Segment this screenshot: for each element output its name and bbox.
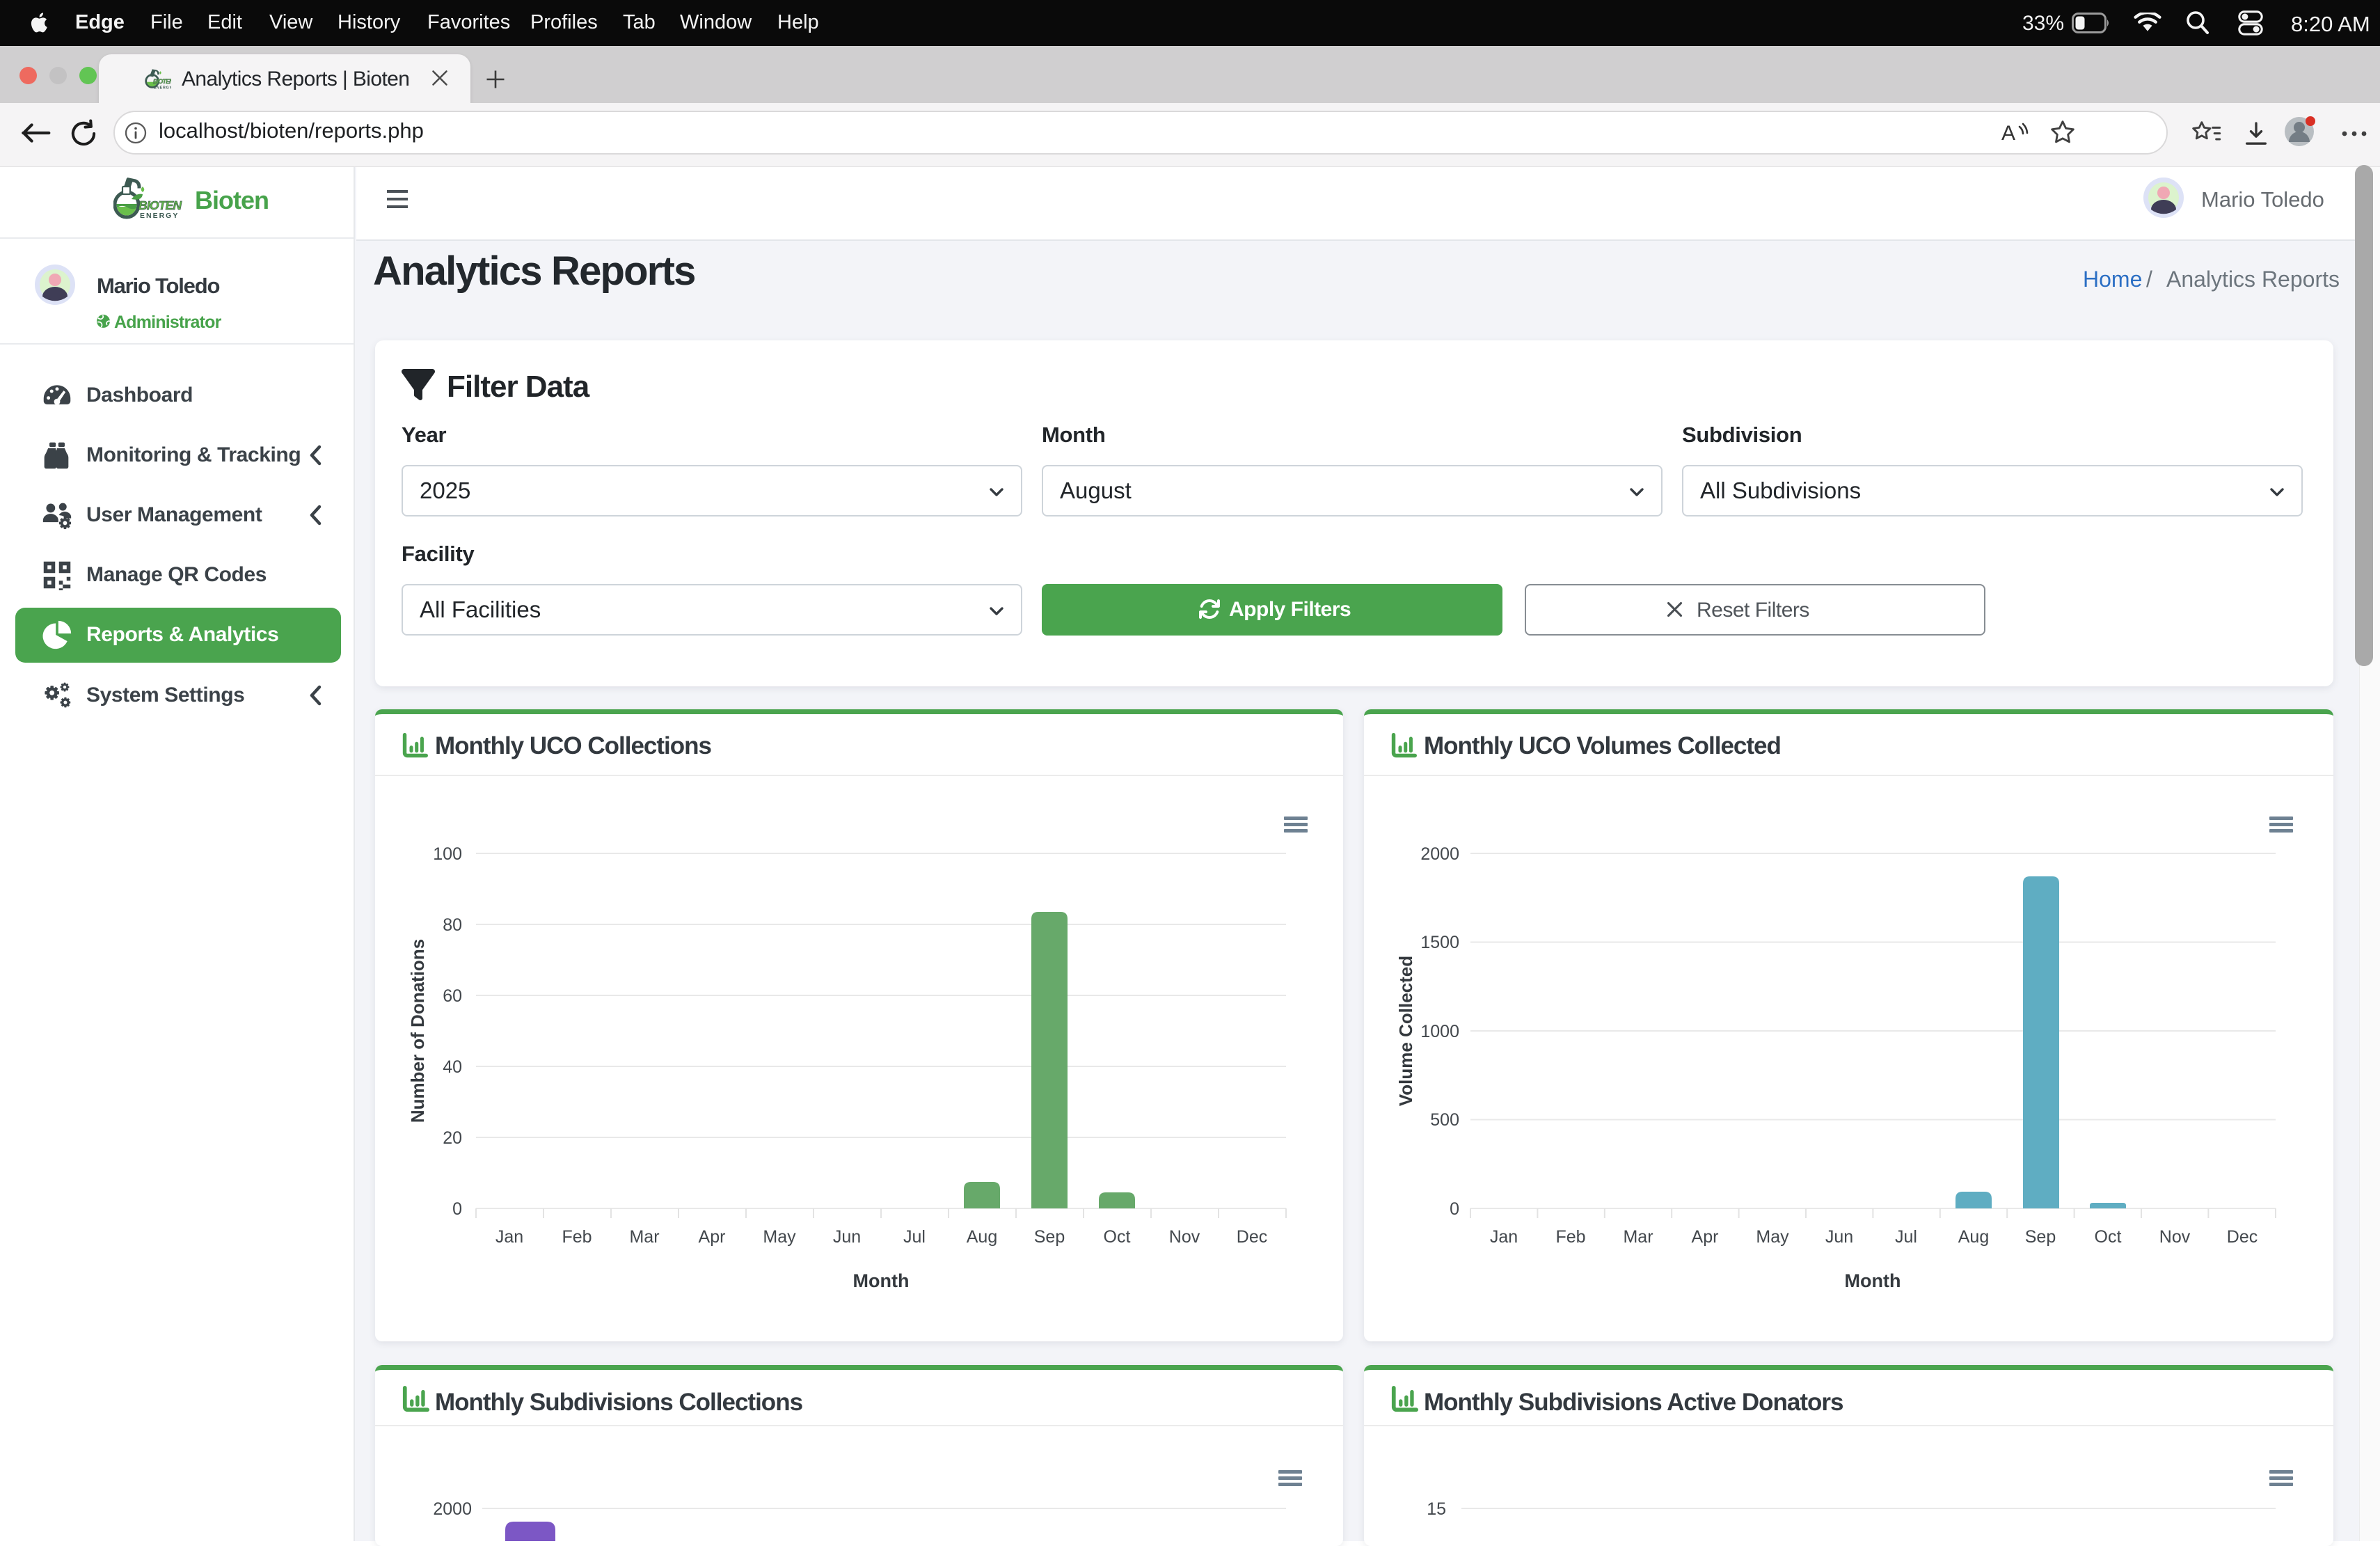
svg-text:ENERGY: ENERGY [154, 86, 171, 90]
svg-text:2000: 2000 [433, 1499, 472, 1519]
svg-text:A: A [2001, 122, 2015, 145]
svg-text:2000: 2000 [1420, 844, 1459, 864]
svg-text:0: 0 [452, 1199, 462, 1219]
svg-text:Nov: Nov [2159, 1227, 2191, 1247]
svg-text:Nov: Nov [1169, 1227, 1200, 1247]
svg-text:15: 15 [1427, 1499, 1446, 1519]
svg-text:60: 60 [443, 986, 462, 1006]
svg-text:Mar: Mar [1623, 1227, 1653, 1247]
svg-text:Oct: Oct [2095, 1227, 2122, 1247]
svg-text:Month: Month [1845, 1270, 1901, 1291]
svg-text:Feb: Feb [562, 1227, 592, 1247]
svg-text:Sep: Sep [1034, 1227, 1065, 1247]
svg-text:Month: Month [853, 1270, 910, 1291]
svg-text:Sep: Sep [2025, 1227, 2056, 1247]
svg-text:Jul: Jul [1895, 1227, 1917, 1247]
svg-text:Number of Donations: Number of Donations [407, 939, 428, 1123]
svg-text:BIOTEN: BIOTEN [138, 198, 182, 212]
svg-text:BIOTEN: BIOTEN [153, 78, 171, 85]
svg-text:Jan: Jan [1490, 1227, 1518, 1247]
svg-text:Aug: Aug [967, 1227, 997, 1247]
svg-text:ENERGY: ENERGY [140, 212, 179, 220]
svg-text:1500: 1500 [1420, 933, 1459, 952]
svg-text:Dec: Dec [1237, 1227, 1267, 1247]
svg-text:Aug: Aug [1958, 1227, 1989, 1247]
svg-text:Mar: Mar [629, 1227, 659, 1247]
svg-text:Dec: Dec [2227, 1227, 2258, 1247]
svg-text:May: May [1756, 1227, 1789, 1247]
svg-text:Feb: Feb [1555, 1227, 1585, 1247]
svg-text:100: 100 [433, 844, 462, 864]
svg-text:Apr: Apr [699, 1227, 726, 1247]
svg-text:0: 0 [1450, 1199, 1459, 1219]
svg-text:Jun: Jun [1825, 1227, 1853, 1247]
svg-text:Jan: Jan [495, 1227, 523, 1247]
svg-text:1000: 1000 [1420, 1022, 1459, 1041]
svg-text:40: 40 [443, 1057, 462, 1077]
svg-text:Jul: Jul [903, 1227, 926, 1247]
svg-text:May: May [763, 1227, 796, 1247]
svg-text:80: 80 [443, 915, 462, 935]
svg-text:Apr: Apr [1692, 1227, 1719, 1247]
svg-text:Volume Collected: Volume Collected [1395, 956, 1416, 1106]
svg-text:Jun: Jun [833, 1227, 861, 1247]
svg-text:Oct: Oct [1104, 1227, 1131, 1247]
svg-text:20: 20 [443, 1128, 462, 1148]
svg-text:500: 500 [1430, 1110, 1459, 1130]
